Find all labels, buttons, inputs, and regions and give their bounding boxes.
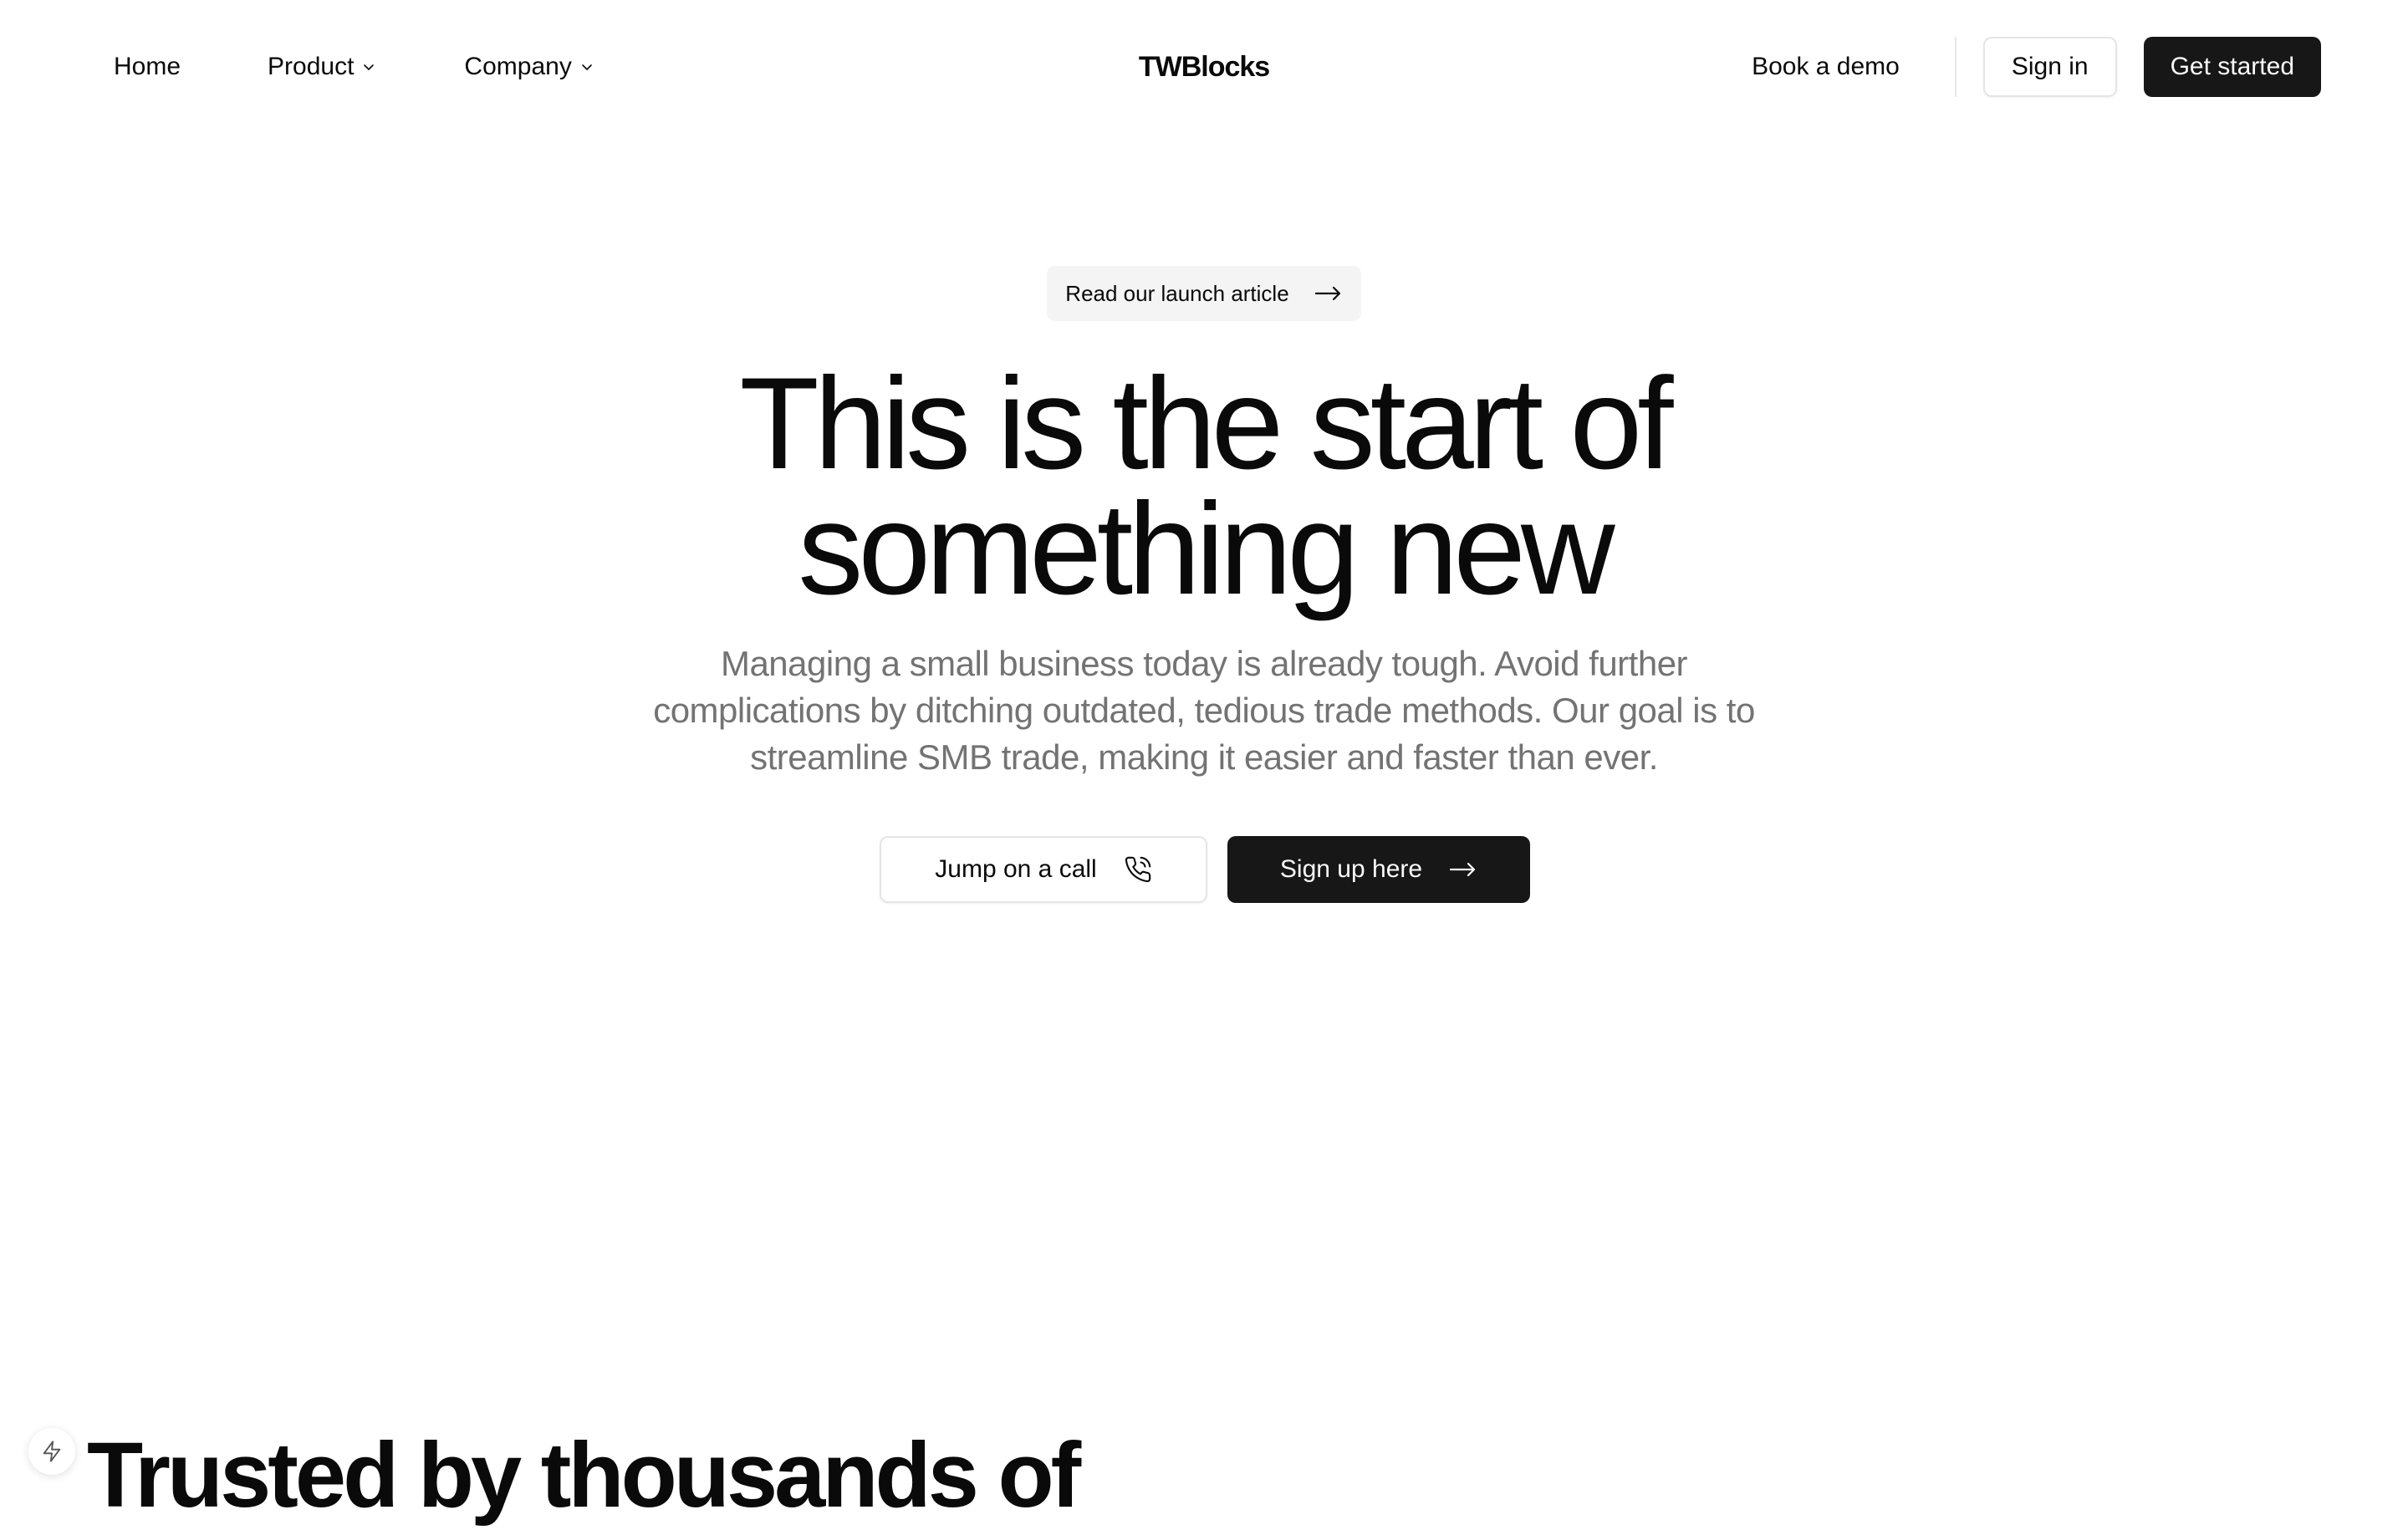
header-actions: Book a demo Sign in Get started bbox=[1723, 37, 2321, 97]
chevron-down-icon bbox=[364, 64, 375, 70]
book-demo-link[interactable]: Book a demo bbox=[1723, 53, 1928, 81]
hero-headline: This is the start of something new bbox=[0, 359, 2408, 615]
site-header: Home Product Company TWBlocks Book a dem… bbox=[0, 0, 2408, 134]
floating-action-button[interactable] bbox=[28, 1428, 75, 1475]
sign-up-button[interactable]: Sign up here bbox=[1227, 836, 1530, 903]
lightning-icon bbox=[43, 1441, 61, 1462]
headline-line-1: This is the start of bbox=[739, 351, 1673, 497]
nav-company-dropdown[interactable]: Company bbox=[464, 53, 594, 81]
jump-on-call-button[interactable]: Jump on a call bbox=[880, 836, 1207, 903]
nav-product-label: Product bbox=[268, 53, 355, 80]
hero-subtext: Managing a small business today is alrea… bbox=[653, 644, 1755, 777]
header-divider bbox=[1954, 37, 1956, 97]
nav-home-link[interactable]: Home bbox=[114, 53, 181, 81]
headline-line-2: something new bbox=[798, 477, 1615, 622]
get-started-button[interactable]: Get started bbox=[2143, 37, 2321, 97]
trusted-heading: Trusted by thousands of bbox=[87, 1424, 1081, 1527]
chevron-down-icon bbox=[582, 64, 592, 70]
sign-in-button[interactable]: Sign in bbox=[1982, 37, 2117, 97]
sign-in-label: Sign in bbox=[2011, 53, 2089, 80]
nav-product-dropdown[interactable]: Product bbox=[268, 53, 377, 81]
nav-home-label: Home bbox=[114, 53, 181, 80]
sign-up-label: Sign up here bbox=[1279, 855, 1423, 883]
arrow-right-icon bbox=[1449, 862, 1476, 877]
arrow-right-icon bbox=[1314, 286, 1340, 301]
jump-on-call-label: Jump on a call bbox=[935, 855, 1097, 883]
get-started-label: Get started bbox=[2170, 53, 2294, 80]
launch-article-label: Read our launch article bbox=[1065, 280, 1289, 306]
nav-company-label: Company bbox=[464, 53, 572, 80]
hero-cta-row: Jump on a call Sign up here bbox=[880, 836, 1530, 903]
brand-logo[interactable]: TWBlocks bbox=[1138, 33, 1270, 100]
launch-article-pill[interactable]: Read our launch article bbox=[1047, 266, 1361, 321]
main-nav: Home Product Company bbox=[114, 33, 595, 100]
brand-name: TWBlocks bbox=[1138, 50, 1270, 83]
phone-call-icon bbox=[1125, 856, 1150, 883]
